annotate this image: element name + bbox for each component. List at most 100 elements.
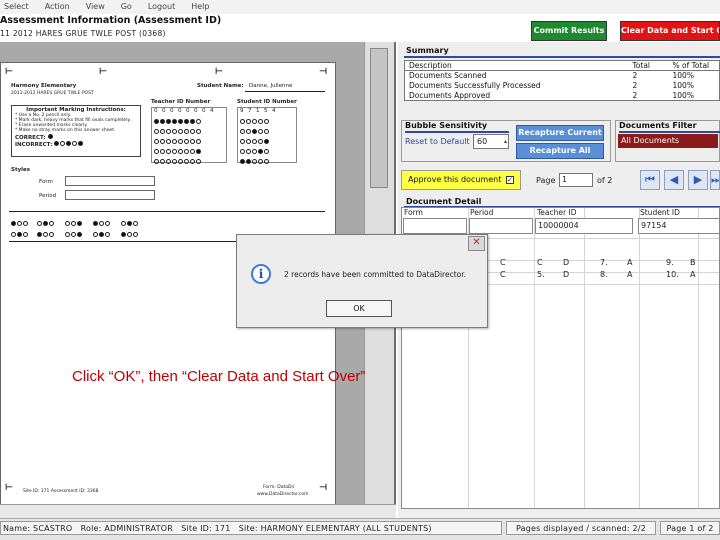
form-field[interactable]	[403, 218, 467, 234]
column-header: Total	[628, 60, 669, 71]
page-value: 1	[562, 175, 568, 184]
spinner-icon[interactable]: ▴	[504, 135, 507, 148]
column-header: Teacher ID	[537, 208, 577, 217]
instruction-line: * Make no stray marks on this answer she…	[15, 128, 116, 133]
status-pages: Pages displayed / scanned: 2/2	[506, 521, 656, 535]
column-header: % of Total	[668, 60, 720, 71]
student-id-digit: 1	[256, 108, 264, 114]
form-bubbles	[65, 176, 155, 186]
sheet-student-name-label: Student Name:	[197, 83, 244, 89]
answer-cell: C	[500, 258, 506, 267]
page-title: Assessment Information (Assessment ID)	[0, 15, 222, 26]
checkbox-icon[interactable]: ✓	[505, 176, 514, 184]
teacher-id-digit: 0	[186, 108, 194, 114]
close-icon[interactable]: ✕	[468, 236, 485, 251]
commit-results-button[interactable]: Commit Results	[531, 21, 607, 41]
instruction-caption: Click “OK”, then “Clear Data and Start O…	[72, 368, 366, 385]
last-page-icon: ⏭	[711, 173, 720, 186]
teacher-id-digit: 0	[154, 108, 162, 114]
registration-mark: ⊢	[5, 67, 14, 77]
summary-title: Summary	[406, 46, 449, 55]
column-header: Form	[404, 208, 423, 217]
status-site: Site: HARMONY ELEMENTARY (ALL STUDENTS)	[238, 524, 432, 533]
answer-cell: 5.	[537, 270, 545, 279]
of-text: of	[597, 176, 605, 185]
bubble-row	[240, 147, 296, 156]
registration-mark: ⊢	[5, 483, 14, 493]
teacher-id-field[interactable]: 10000004	[535, 218, 633, 234]
bubble-icon	[66, 141, 72, 146]
menu-logout[interactable]: Logout	[148, 0, 175, 14]
recapture-current-button[interactable]: Recapture Current	[516, 125, 604, 141]
student-id-field[interactable]: 97154	[638, 218, 720, 234]
first-page-button[interactable]: ⏮	[640, 170, 660, 190]
menu-go[interactable]: Go	[121, 0, 132, 14]
previous-page-icon: ◀	[669, 173, 679, 186]
status-user: Name: SCASTRO	[3, 524, 73, 533]
summary-table: Description Total % of Total Documents S…	[404, 60, 720, 101]
registration-mark: ⊢	[99, 67, 108, 77]
previous-page-button[interactable]: ◀	[664, 170, 684, 190]
viewer-scroll-thumb[interactable]	[370, 48, 388, 188]
ok-button[interactable]: OK	[326, 300, 392, 317]
bubble-row	[240, 117, 296, 126]
answer-cell: B	[690, 258, 696, 267]
menu-view[interactable]: View	[86, 0, 105, 14]
menu-help[interactable]: Help	[191, 0, 209, 14]
last-page-button[interactable]: ⏭	[710, 170, 720, 190]
divider	[619, 131, 720, 133]
status-role: Role: ADMINISTRATOR	[80, 524, 173, 533]
answer-cell: C	[537, 258, 543, 267]
divider	[245, 91, 325, 92]
status-info: Name: SCASTRO Role: ADMINISTRATOR Site I…	[0, 521, 502, 535]
menu-select[interactable]: Select	[4, 0, 29, 14]
teacher-id-label: Teacher ID Number	[151, 99, 211, 105]
filled-bubble-icon	[47, 134, 53, 139]
column-header: Period	[470, 208, 494, 217]
page-subtitle: 11 2012 HARES GRUE TWLE POST (0368)	[0, 29, 166, 38]
table-cell: Documents Successfully Processed	[409, 81, 541, 90]
answer-cell: D	[563, 258, 570, 267]
answer-cell: 9.	[666, 258, 674, 267]
column-header: Student ID	[640, 208, 680, 217]
period-bubbles	[65, 190, 155, 200]
next-page-icon: ▶	[693, 173, 703, 186]
approve-document-checkbox[interactable]: Approve this document ✓	[401, 170, 521, 190]
table-cell: Documents Scanned	[409, 71, 487, 81]
recapture-all-button[interactable]: Recapture All	[516, 143, 604, 159]
bubble-row	[154, 147, 226, 156]
table-cell: 100%	[672, 81, 694, 90]
page-total: 2	[607, 176, 613, 185]
reset-default-link[interactable]: Reset to Default	[405, 137, 470, 146]
page-input[interactable]: 1	[559, 173, 593, 187]
table-header-row: Description Total % of Total	[404, 60, 720, 71]
documents-filter-select[interactable]: All Documents	[618, 134, 718, 148]
document-detail-title: Document Detail	[406, 197, 482, 206]
table-cell: 2	[632, 81, 638, 90]
teacher-id-digit: 0	[178, 108, 186, 114]
bubble-row	[240, 127, 296, 136]
menu-action[interactable]: Action	[45, 0, 70, 14]
divider	[404, 56, 720, 58]
first-page-icon: ⏮	[645, 173, 655, 186]
sheet-test-name: 2011-2012 HARES GRUE TWLE POST	[11, 91, 94, 96]
teacher-id-digit: 0	[162, 108, 170, 114]
table-cell: Documents Approved	[409, 90, 491, 100]
sensitivity-value: 60	[477, 137, 488, 146]
answer-cell: 8.	[600, 270, 608, 279]
table-row: Documents Approved 2 100%	[405, 91, 720, 101]
registration-mark: ⊣	[319, 483, 328, 493]
sensitivity-input[interactable]: 60 ▴	[473, 134, 509, 149]
menu-bar: Select Action View Go Logout Help	[0, 0, 720, 14]
sheet-student-name: Danne, Julienne	[249, 83, 293, 89]
answer-cell: 7.	[600, 258, 608, 267]
viewer-horizontal-scrollbar[interactable]	[0, 504, 396, 518]
bubble-sensitivity-title: Bubble Sensitivity	[405, 121, 488, 130]
period-field[interactable]	[469, 218, 533, 234]
next-page-button[interactable]: ▶	[688, 170, 708, 190]
answer-row-1	[11, 219, 331, 228]
teacher-id-digit: 4	[210, 108, 218, 114]
bubble-row	[154, 117, 226, 126]
clear-data-button[interactable]: Clear Data and Start Over	[620, 21, 720, 41]
bubble-row	[154, 127, 226, 136]
